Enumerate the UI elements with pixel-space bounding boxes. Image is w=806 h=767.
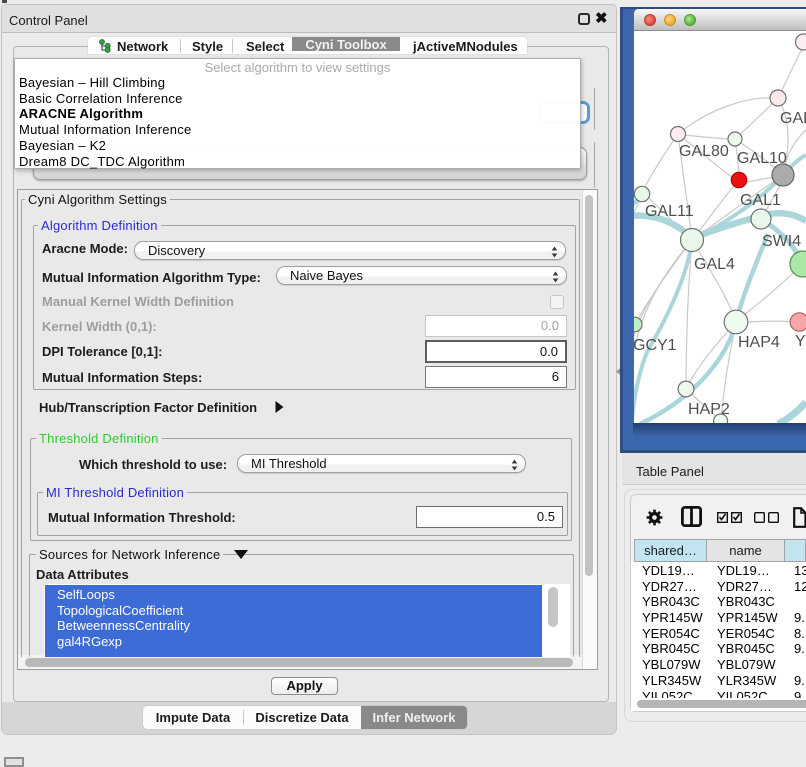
svg-text:SWI4: SWI4 [762,233,801,250]
svg-text:HAP4: HAP4 [738,334,780,351]
svg-text:GAL7: GAL7 [780,110,806,127]
svg-text:Y: Y [795,333,806,350]
svg-text:GAL10: GAL10 [737,150,787,167]
svg-text:HAP2: HAP2 [688,401,730,418]
svg-text:GAL4: GAL4 [694,256,735,273]
svg-text:GAL1: GAL1 [740,192,781,209]
svg-text:GAL80: GAL80 [679,143,729,160]
svg-text:GAL11: GAL11 [645,203,694,220]
svg-text:GCY1: GCY1 [634,337,677,354]
